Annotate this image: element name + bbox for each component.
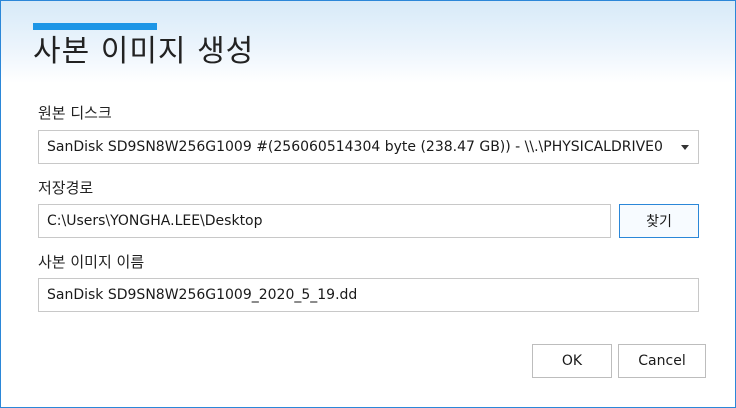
image-name-label: 사본 이미지 이름 [38, 253, 145, 271]
save-path-input[interactable]: C:\Users\YONGHA.LEE\Desktop [38, 204, 611, 238]
create-image-dialog: 사본 이미지 생성 원본 디스크 SanDisk SD9SN8W256G1009… [0, 0, 736, 408]
save-path-label: 저장경로 [38, 179, 94, 197]
cancel-button[interactable]: Cancel [618, 344, 706, 378]
dropdown-arrow-icon[interactable] [681, 145, 689, 150]
ok-button[interactable]: OK [532, 344, 612, 378]
title-accent-bar [33, 23, 157, 30]
source-disk-selected-value: SanDisk SD9SN8W256G1009 #(256060514304 b… [47, 139, 663, 155]
dialog-title: 사본 이미지 생성 [33, 34, 255, 69]
source-disk-label: 원본 디스크 [38, 104, 112, 122]
save-path-value: C:\Users\YONGHA.LEE\Desktop [47, 213, 263, 229]
image-name-value: SanDisk SD9SN8W256G1009_2020_5_19.dd [47, 287, 358, 303]
image-name-input[interactable]: SanDisk SD9SN8W256G1009_2020_5_19.dd [38, 278, 699, 312]
browse-button[interactable]: 찾기 [619, 204, 699, 238]
source-disk-select[interactable]: SanDisk SD9SN8W256G1009 #(256060514304 b… [38, 130, 699, 164]
